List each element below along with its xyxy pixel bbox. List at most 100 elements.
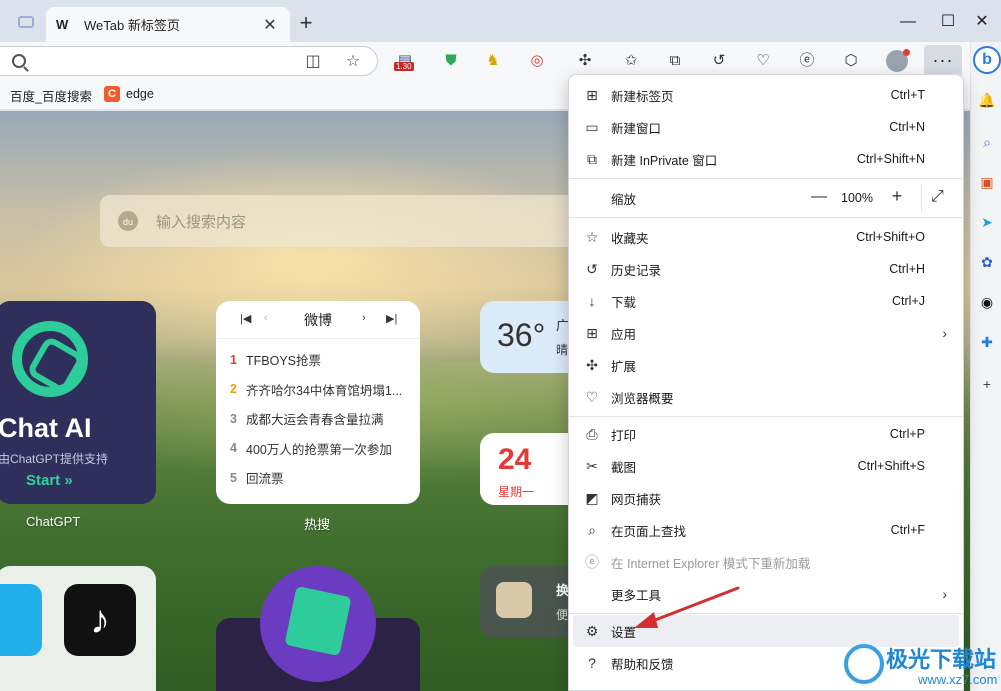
hot-text: 400万人的抢票第一次参加 xyxy=(246,442,392,457)
baidu-icon[interactable]: ✿ xyxy=(977,252,997,272)
send-icon[interactable]: ➤ xyxy=(977,212,997,232)
search-placeholder: 输入搜索内容 xyxy=(156,213,247,231)
menu-item-web-capture[interactable]: ◩ 网页捕获 xyxy=(569,482,963,514)
list-item[interactable]: 3 成都大运会青春含量拉满 xyxy=(230,404,414,434)
tab-actions-icon[interactable] xyxy=(18,16,34,28)
list-item[interactable]: 1 TFBOYS抢票 xyxy=(230,345,414,375)
performance-icon[interactable]: ⬡ xyxy=(838,48,864,74)
maximize-button[interactable]: ☐ xyxy=(936,10,960,34)
first-page-icon[interactable]: |◀ xyxy=(240,312,251,325)
menu-item-print[interactable]: ⎙ 打印 Ctrl+P xyxy=(569,418,963,450)
new-tab-button[interactable]: + xyxy=(294,12,318,36)
bilibili-icon[interactable] xyxy=(0,584,42,656)
browser-essentials-icon[interactable]: ♡ xyxy=(750,48,776,74)
next-icon[interactable]: › xyxy=(362,312,366,324)
calendar-card[interactable]: 24 星期一 xyxy=(480,433,570,505)
weather-card[interactable]: 36° 广 晴 xyxy=(480,301,570,373)
menu-shortcut: Ctrl+T xyxy=(890,88,925,102)
menu-item-label: 打印 xyxy=(611,428,637,443)
menu-item-favorites[interactable]: ☆ 收藏夹 Ctrl+Shift+O xyxy=(569,221,963,253)
address-bar[interactable]: ◫ ☆ xyxy=(0,46,378,76)
zoom-spacer xyxy=(583,189,601,207)
list-item[interactable]: 2 齐齐哈尔34中体育馆坍塌1... xyxy=(230,375,414,405)
zoom-in-button[interactable]: + xyxy=(887,186,907,207)
list-item[interactable]: 4 400万人的抢票第一次参加 xyxy=(230,434,414,464)
menu-item-more-tools[interactable]: 更多工具 › xyxy=(569,578,963,610)
favorite-label: edge xyxy=(126,87,154,101)
menu-item-find[interactable]: ⌕ 在页面上查找 Ctrl+F xyxy=(569,514,963,546)
tiktok-icon[interactable]: ♪ xyxy=(64,584,136,656)
menu-item-browser-essentials[interactable]: ♡ 浏览器概要 xyxy=(569,381,963,413)
qq-icon[interactable]: ◉ xyxy=(977,292,997,312)
favorite-edge[interactable]: C edge xyxy=(104,86,154,102)
favorite-baidu[interactable]: 百度_百度搜索 xyxy=(10,86,92,105)
apps-icon: ⊞ xyxy=(586,325,598,341)
extensions-icon[interactable]: ✣ xyxy=(572,48,598,74)
menu-item-extensions[interactable]: ✣ 扩展 xyxy=(569,349,963,381)
menu-shortcut: Ctrl+H xyxy=(889,262,925,276)
menu-item-apps[interactable]: ⊞ 应用 › xyxy=(569,317,963,349)
add-icon[interactable]: + xyxy=(977,374,997,394)
menu-item-new-window[interactable]: ▭ 新建窗口 Ctrl+N xyxy=(569,111,963,143)
list-item[interactable]: 5 回流票 xyxy=(230,463,414,493)
watermark-url: www.xz7.com xyxy=(918,672,998,687)
translate-icon[interactable]: ✚ xyxy=(977,332,997,352)
close-icon[interactable]: ✕ xyxy=(260,15,280,35)
prev-icon[interactable]: ‹ xyxy=(264,312,268,324)
reading-view-icon[interactable]: ◫ xyxy=(302,51,324,73)
menu-item-history[interactable]: ↺ 历史记录 Ctrl+H xyxy=(569,253,963,285)
screenshot-icon: ✂ xyxy=(586,458,598,474)
minimize-button[interactable]: — xyxy=(896,10,920,34)
hot-search-list: 1 TFBOYS抢票 2 齐齐哈尔34中体育馆坍塌1... 3 成都大运会青春含量拉满… xyxy=(216,339,420,493)
favorites-icon[interactable]: ✩ xyxy=(618,48,644,74)
menu-item-new-tab[interactable]: ⊞ 新建标签页 Ctrl+T xyxy=(569,79,963,111)
hot-text: 回流票 xyxy=(246,472,284,487)
chatgpt-card[interactable]: Chat AI 由ChatGPT提供支持 Start » xyxy=(0,301,156,504)
chat-card-title: Chat AI xyxy=(0,413,92,443)
hot-search-card[interactable]: |◀ ‹ 微博 › ▶| 1 TFBOYS抢票 2 齐齐哈尔34中体育馆坍塌1...… xyxy=(216,301,420,504)
calendar-day: 24 xyxy=(498,443,532,476)
hot-rank: 3 xyxy=(230,411,237,426)
baidu-paw-icon[interactable]: du xyxy=(118,211,138,231)
gear-icon: ⚙ xyxy=(585,623,599,639)
extension-target-icon[interactable]: ◎ xyxy=(524,48,550,74)
menu-item-label: 下载 xyxy=(611,295,637,310)
chat-start-link[interactable]: Start » xyxy=(26,472,73,489)
app-shortcuts-card: ♪ xyxy=(0,566,156,691)
hot-search-caption: 热搜 xyxy=(304,517,331,532)
menu-item-new-inprivate[interactable]: ⧉ 新建 InPrivate 窗口 Ctrl+Shift+N xyxy=(569,143,963,175)
print-icon: ⎙ xyxy=(586,426,598,442)
menu-item-ie-mode[interactable]: ⓔ 在 Internet Explorer 模式下重新加载 xyxy=(569,546,963,578)
chatgpt-caption: ChatGPT xyxy=(26,514,81,529)
ie-mode-icon[interactable]: ⓔ xyxy=(794,48,820,74)
toolbox-icon[interactable]: ▣ xyxy=(977,172,997,192)
favorite-label: 百度_百度搜索 xyxy=(10,90,92,104)
last-page-icon[interactable]: ▶| xyxy=(386,312,397,325)
new-window-icon: ▭ xyxy=(585,119,599,135)
page-search-box[interactable]: du 输入搜索内容 xyxy=(100,195,600,247)
menu-item-label: 收藏夹 xyxy=(611,231,649,246)
menu-item-label: 在 Internet Explorer 模式下重新加载 xyxy=(611,556,811,571)
favorite-star-icon[interactable]: ☆ xyxy=(342,51,364,73)
fullscreen-icon[interactable]: ⤢ xyxy=(931,188,944,206)
search-icon[interactable]: ⌕ xyxy=(977,132,997,152)
menu-item-downloads[interactable]: ↓ 下载 Ctrl+J xyxy=(569,285,963,317)
menu-shortcut: Ctrl+P xyxy=(889,427,925,441)
menu-shortcut: Ctrl+Shift+N xyxy=(856,152,925,166)
menu-item-screenshot[interactable]: ✂ 截图 Ctrl+Shift+S xyxy=(569,450,963,482)
settings-and-more-button[interactable]: ··· xyxy=(924,45,962,77)
bing-chat-icon[interactable]: b xyxy=(973,46,1001,74)
calculator-card[interactable]: 换 便 xyxy=(480,566,570,638)
web-capture-icon: ◩ xyxy=(585,490,599,506)
collections-icon[interactable]: ⧉ xyxy=(662,48,688,74)
bell-icon[interactable]: 🔔 xyxy=(977,90,997,110)
tab-wetab[interactable]: W WeTab 新标签页 ✕ xyxy=(46,7,290,42)
zoom-out-button[interactable]: — xyxy=(809,188,829,206)
edge-sidebar: 🔔 ⌕ ▣ ➤ ✿ ◉ ✚ + xyxy=(970,42,1001,691)
history-icon[interactable]: ↺ xyxy=(706,48,732,74)
menu-item-label: 网页捕获 xyxy=(611,492,662,507)
extension-tampermonkey-icon[interactable]: ♞ xyxy=(480,48,506,74)
hot-search-header: |◀ ‹ 微博 › ▶| xyxy=(216,301,420,339)
window-close-button[interactable]: ✕ xyxy=(970,10,994,34)
extension-shield-icon[interactable]: ⛊ xyxy=(438,48,464,74)
